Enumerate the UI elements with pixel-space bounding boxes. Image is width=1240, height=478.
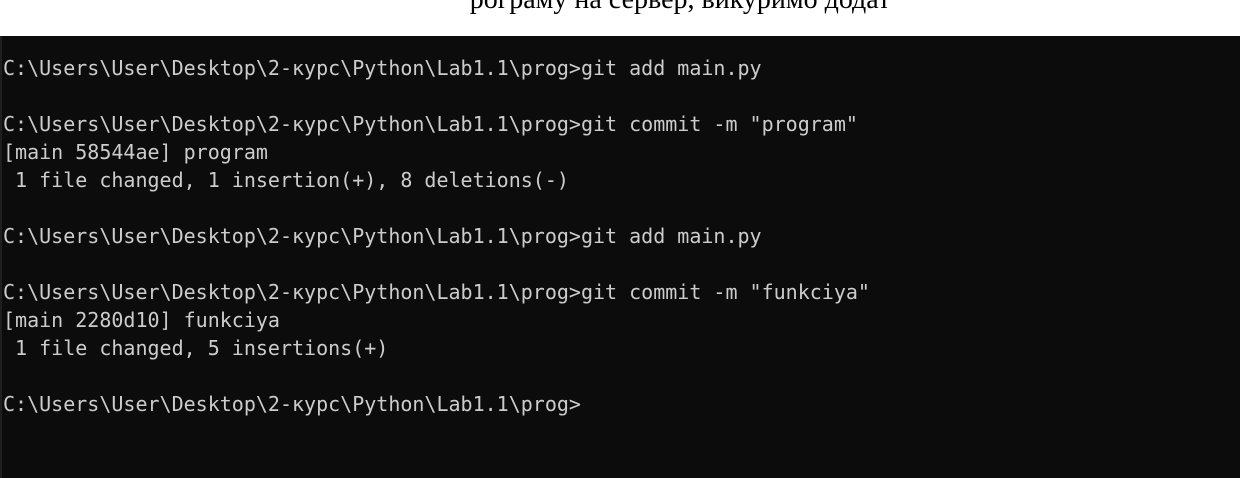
terminal-line-5: 1 file changed, 1 insertion(+), 8 deleti… [3,168,569,192]
terminal-line-4: [main 58544ae] program [3,140,268,164]
terminal-line-9: C:\Users\User\Desktop\2-курс\Python\Lab1… [3,280,870,304]
terminal-output: C:\Users\User\Desktop\2-курс\Python\Lab1… [3,54,870,418]
prompt-text: C:\Users\User\Desktop\2-курс\Python\Lab1… [3,392,581,416]
terminal-line-7: C:\Users\User\Desktop\2-курс\Python\Lab1… [3,224,762,248]
terminal-line-2 [3,82,870,110]
document-caption-strip: рограму на сервер, викуримо додат [0,0,1240,36]
document-caption-text: рограму на сервер, викуримо додат [0,0,1240,17]
terminal-line-1: C:\Users\User\Desktop\2-курс\Python\Lab1… [3,56,762,80]
terminal-line-3: C:\Users\User\Desktop\2-курс\Python\Lab1… [3,112,858,136]
terminal-line-10: [main 2280d10] funkciya [3,308,280,332]
terminal-line-8 [3,250,870,278]
terminal-prompt-line[interactable]: C:\Users\User\Desktop\2-курс\Python\Lab1… [3,390,870,418]
command-prompt-window[interactable]: C:\Users\User\Desktop\2-курс\Python\Lab1… [0,36,1240,478]
input-cursor-area[interactable] [581,391,593,411]
terminal-line-6 [3,194,870,222]
terminal-line-11: 1 file changed, 5 insertions(+) [3,336,389,360]
terminal-line-12 [3,362,870,390]
